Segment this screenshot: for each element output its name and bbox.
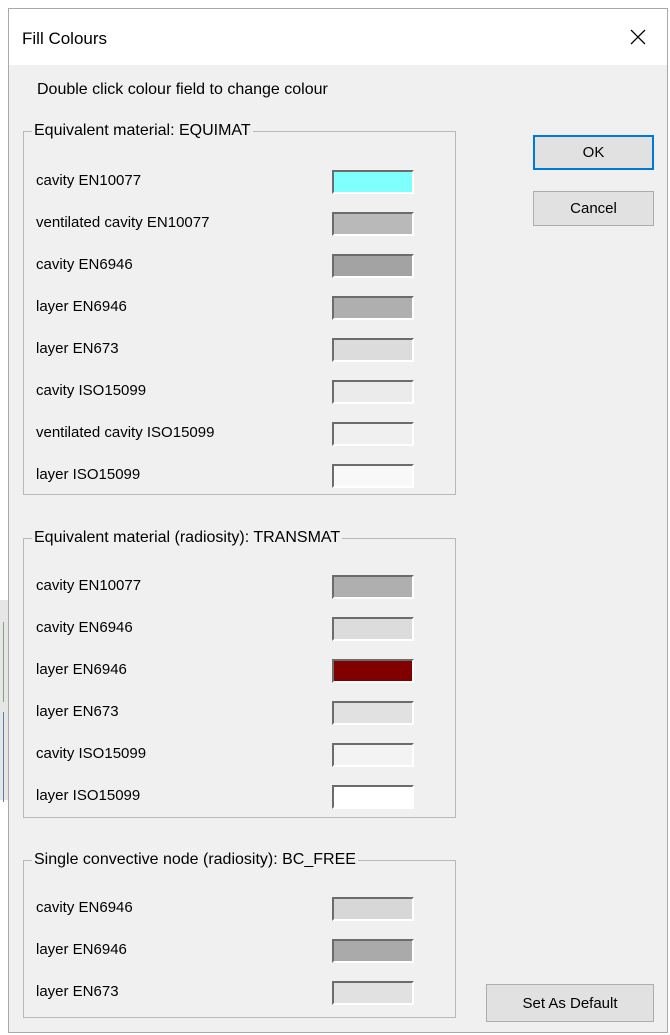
color-row: cavity EN6946 [24,254,455,278]
color-row: ventilated cavity EN10077 [24,212,455,236]
color-label: cavity EN6946 [36,899,133,916]
background-line [3,712,4,802]
group-legend: Equivalent material: EQUIMAT [34,122,251,139]
color-swatch[interactable] [332,170,414,194]
group-transmat: Equivalent material (radiosity): TRANSMA… [23,529,456,818]
dialog-title: Fill Colours [22,29,108,48]
color-label: layer EN673 [36,703,119,720]
color-row: layer EN6946 [24,659,455,683]
group-legend: Single convective node (radiosity): BC_F… [34,851,356,868]
color-row: cavity ISO15099 [24,380,455,404]
color-row: ventilated cavity ISO15099 [24,422,455,446]
color-label: ventilated cavity EN10077 [36,214,210,231]
close-icon [630,29,646,45]
color-label: layer EN6946 [36,941,127,958]
color-label: cavity EN6946 [36,256,133,273]
color-swatch[interactable] [332,743,414,767]
color-swatch[interactable] [332,785,414,809]
color-label: layer ISO15099 [36,466,141,483]
color-swatch[interactable] [332,701,414,725]
color-row: layer ISO15099 [24,785,455,809]
color-row: cavity EN6946 [24,897,455,921]
color-swatch[interactable] [332,254,414,278]
color-row: cavity ISO15099 [24,743,455,767]
ok-button[interactable]: OK [533,135,654,170]
color-swatch[interactable] [332,939,414,963]
color-row: layer EN673 [24,701,455,725]
color-row: layer EN6946 [24,296,455,320]
color-label: cavity EN6946 [36,619,133,636]
color-label: layer EN673 [36,983,119,1000]
color-label: cavity ISO15099 [36,745,147,762]
color-swatch[interactable] [332,981,414,1005]
instructions-text: Double click colour field to change colo… [37,81,328,98]
color-swatch[interactable] [332,464,414,488]
color-label: layer ISO15099 [36,787,141,804]
cancel-button[interactable]: Cancel [533,191,654,226]
color-swatch[interactable] [332,296,414,320]
color-swatch[interactable] [332,380,414,404]
color-label: layer EN6946 [36,661,127,678]
group-legend: Equivalent material (radiosity): TRANSMA… [34,529,341,546]
fill-colours-dialog: Fill Colours Double click colour field t… [8,8,668,1033]
color-label: cavity ISO15099 [36,382,147,399]
color-row: layer EN6946 [24,939,455,963]
color-row: layer EN673 [24,981,455,1005]
background-line [3,622,4,702]
color-row: layer EN673 [24,338,455,362]
color-swatch[interactable] [332,575,414,599]
color-swatch[interactable] [332,659,414,683]
set-as-default-button[interactable]: Set As Default [486,984,654,1022]
title-bar: Fill Colours [9,9,667,65]
group-equimat: Equivalent material: EQUIMAT cavity EN10… [23,122,456,495]
color-row: cavity EN10077 [24,575,455,599]
group-bc-free: Single convective node (radiosity): BC_F… [23,851,456,1018]
color-swatch[interactable] [332,422,414,446]
color-row: cavity EN10077 [24,170,455,194]
color-swatch[interactable] [332,617,414,641]
color-label: layer EN6946 [36,298,127,315]
color-label: cavity EN10077 [36,172,142,189]
close-button[interactable] [609,9,667,65]
color-swatch[interactable] [332,897,414,921]
color-label: cavity EN10077 [36,577,142,594]
color-swatch[interactable] [332,212,414,236]
color-row: cavity EN6946 [24,617,455,641]
background-window-edge [0,600,8,802]
color-swatch[interactable] [332,338,414,362]
color-label: ventilated cavity ISO15099 [36,424,215,441]
color-label: layer EN673 [36,340,119,357]
color-row: layer ISO15099 [24,464,455,488]
